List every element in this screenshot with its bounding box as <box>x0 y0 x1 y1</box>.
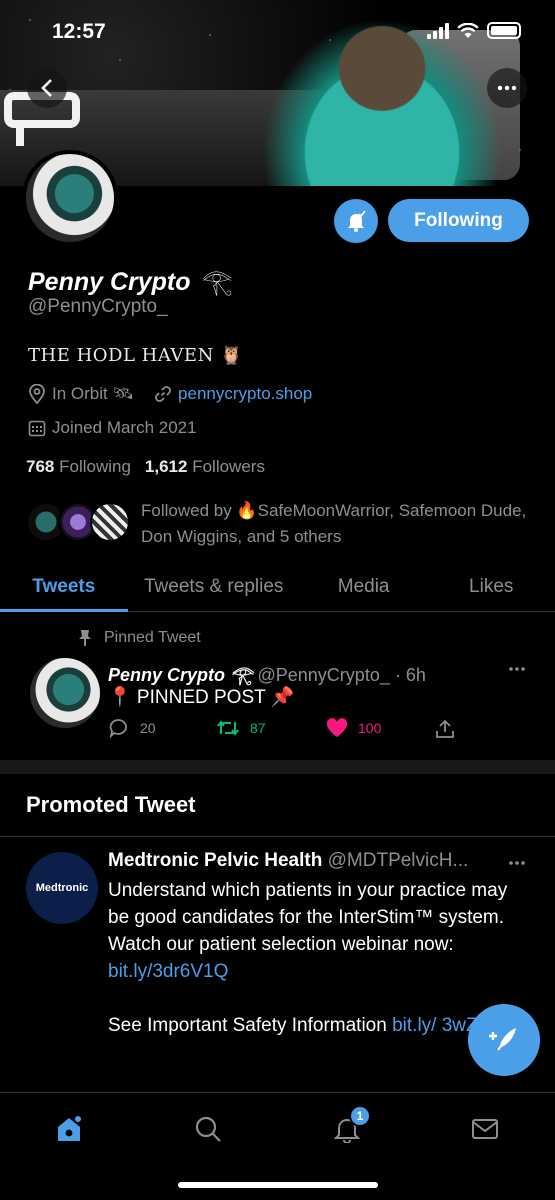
promoted-more-button[interactable] <box>508 846 526 872</box>
tweet-text: 📍 PINNED POST 📌 <box>108 687 295 708</box>
status-icons <box>427 22 521 39</box>
home-indicator <box>178 1182 378 1188</box>
pinned-label-text: Pinned Tweet <box>104 629 201 646</box>
reply-icon <box>109 719 127 738</box>
tweet-actions: 20 87 100 <box>108 718 468 744</box>
reply-button[interactable]: 20 <box>108 718 156 738</box>
followers-label: Followers <box>192 457 265 476</box>
like-count: 100 <box>358 720 382 736</box>
back-button[interactable] <box>27 68 67 108</box>
followers-stat[interactable]: 1,612 Followers <box>145 457 265 477</box>
more-options-button[interactable] <box>487 68 527 108</box>
retweet-count: 87 <box>250 720 266 736</box>
mutual-avatar <box>90 502 130 542</box>
retweet-icon <box>217 720 239 736</box>
profile-handle: @PennyCrypto_ <box>28 296 168 317</box>
following-count: 768 <box>26 457 55 476</box>
promoted-text-2: See Important Safety Information <box>108 1015 393 1036</box>
signal-icon <box>427 22 449 39</box>
more-horizontal-icon <box>497 85 517 91</box>
location-pin-icon <box>29 384 45 404</box>
tab-tweets-replies[interactable]: Tweets & replies <box>128 562 300 611</box>
status-time: 12:57 <box>52 20 106 43</box>
profile-tabs: Tweets Tweets & replies Media Likes <box>0 562 555 612</box>
followers-count: 1,612 <box>144 457 188 476</box>
search-icon <box>195 1116 221 1142</box>
calendar-icon <box>28 420 46 437</box>
tab-tweets[interactable]: Tweets <box>0 562 128 612</box>
tab-likes[interactable]: Likes <box>427 562 555 611</box>
tweet-avatar[interactable] <box>30 658 100 728</box>
followed-by-text: Followed by 🔥SafeMoonWarrior, Safemoon D… <box>141 501 527 546</box>
promoted-handle: @MDTPelvicH... <box>327 850 469 871</box>
nav-home[interactable] <box>51 1111 87 1147</box>
promoted-header: Medtronic Pelvic Health @MDTPelvicH... <box>108 850 468 872</box>
nav-notifications[interactable]: 1 <box>329 1105 371 1147</box>
profile-name-row: Penny Crypto 𓂀 <box>28 258 233 299</box>
home-icon <box>58 1116 81 1141</box>
promoted-section-title: Promoted Tweet <box>26 792 196 817</box>
nav-search[interactable] <box>190 1111 226 1147</box>
medtronic-logo-text: Medtronic <box>35 882 89 894</box>
tab-media[interactable]: Media <box>300 562 428 611</box>
status-bar: 12:57 <box>0 0 555 60</box>
like-button[interactable]: 100 <box>326 718 381 738</box>
battery-icon <box>487 22 521 39</box>
heart-filled-icon <box>326 718 348 737</box>
share-icon <box>436 719 454 738</box>
tweet-handle-time: @PennyCrypto_ · 6h <box>257 665 426 685</box>
section-divider <box>0 760 555 774</box>
promoted-avatar[interactable]: Medtronic <box>26 852 98 924</box>
compose-tweet-button[interactable] <box>468 1004 540 1076</box>
tweet-author[interactable]: Penny Crypto 𓂀 <box>108 665 252 685</box>
notifications-bell-button[interactable] <box>334 199 378 243</box>
profile-meta-row: In Orbit 🛰 pennycrypto.shop <box>28 384 312 404</box>
promoted-link-webinar[interactable]: bit.ly/3dr6V1Q <box>108 961 228 982</box>
reply-count: 20 <box>140 720 156 736</box>
profile-website-link[interactable]: pennycrypto.shop <box>178 384 312 404</box>
profile-bio: THE HODL HAVEN 🦉 <box>28 345 243 366</box>
retweet-button[interactable]: 87 <box>216 718 266 738</box>
tweet-header: Penny Crypto 𓂀 @PennyCrypto_ · 6h <box>108 657 426 687</box>
divider <box>0 836 555 837</box>
profile-joined-row: Joined March 2021 <box>28 418 197 438</box>
profile-name: Penny Crypto <box>28 268 191 296</box>
chevron-left-icon <box>41 79 52 97</box>
following-button[interactable]: Following <box>388 199 529 242</box>
followed-by-row[interactable]: Followed by 🔥SafeMoonWarrior, Safemoon D… <box>26 498 536 550</box>
profile-location: In Orbit 🛰 <box>52 384 135 403</box>
notifications-badge: 1 <box>349 1105 371 1127</box>
share-button[interactable] <box>434 718 456 740</box>
following-stat[interactable]: 768 Following <box>26 457 131 477</box>
wifi-icon <box>457 22 479 38</box>
mail-icon <box>472 1119 498 1139</box>
link-icon <box>155 386 171 402</box>
following-label: Following <box>59 457 131 476</box>
more-horizontal-icon <box>509 861 525 865</box>
nav-messages[interactable] <box>467 1111 503 1147</box>
pin-icon <box>79 630 91 646</box>
profile-avatar[interactable] <box>22 150 118 246</box>
promoted-text: Understand which patients in your practi… <box>108 877 528 1039</box>
pinned-label: Pinned Tweet <box>78 629 201 647</box>
tweet-more-button[interactable] <box>508 652 526 678</box>
profile-joined: Joined March 2021 <box>52 418 197 437</box>
profile-stats: 768 Following 1,612 Followers <box>26 457 265 477</box>
compose-feather-icon <box>489 1028 516 1051</box>
more-horizontal-icon <box>509 667 525 671</box>
promoted-author[interactable]: Medtronic Pelvic Health <box>108 850 322 871</box>
eye-of-horus-icon: 𓂀 <box>201 268 233 296</box>
bell-check-icon <box>348 210 366 232</box>
promoted-text-1: Understand which patients in your practi… <box>108 880 508 955</box>
